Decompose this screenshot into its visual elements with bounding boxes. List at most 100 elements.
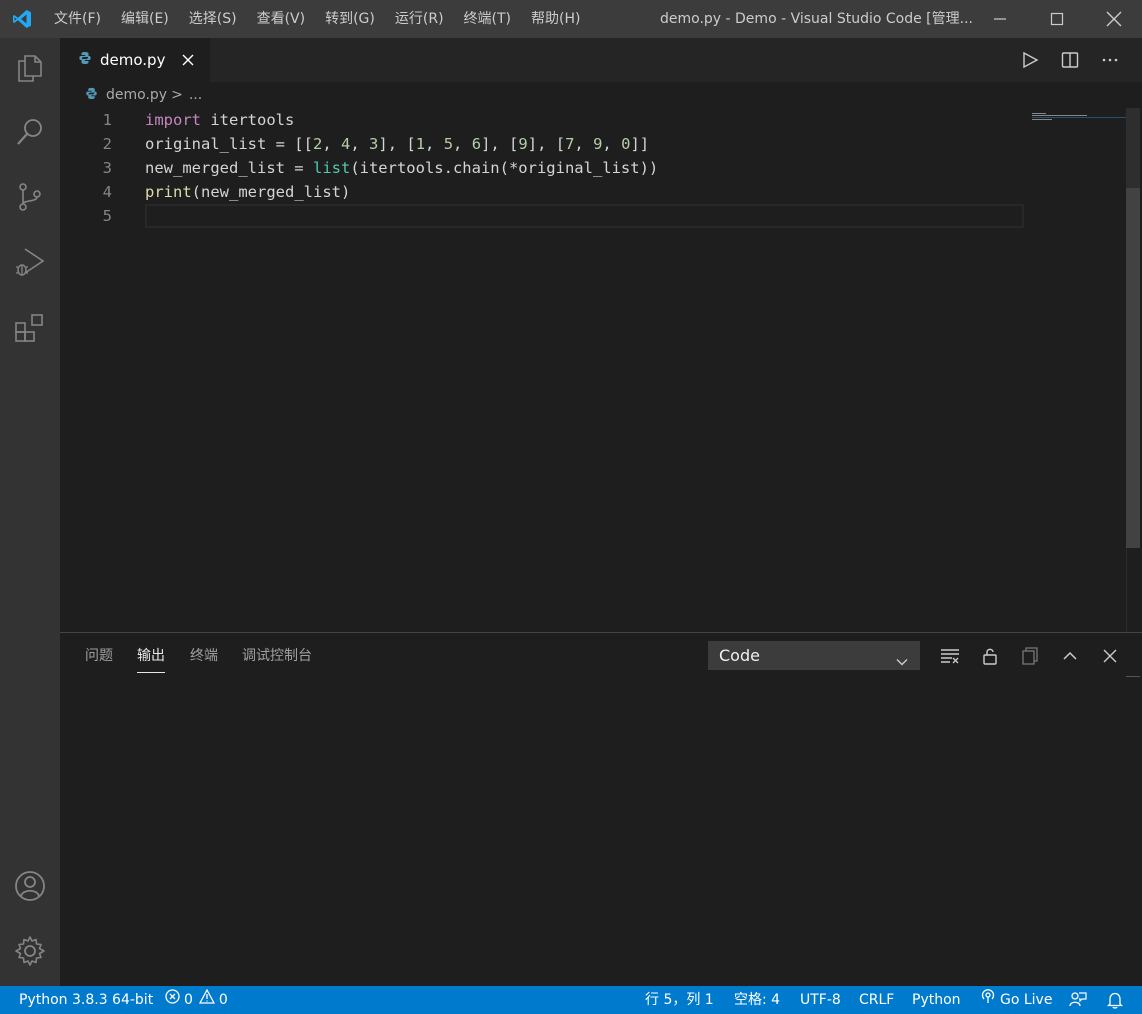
line-number: 1 — [102, 111, 112, 129]
minimap-slider — [1032, 117, 1126, 118]
code-token: list — [312, 159, 351, 177]
code-token: 5 — [443, 135, 454, 153]
python-file-icon — [85, 87, 98, 104]
maximize-button[interactable] — [1028, 0, 1085, 38]
encoding[interactable]: UTF-8 — [800, 986, 841, 1014]
broadcast-icon — [980, 986, 996, 1014]
menu-item-0[interactable]: 文件(F) — [44, 0, 111, 38]
menu-item-2[interactable]: 选择(S) — [179, 0, 247, 38]
warning-icon — [198, 986, 216, 1014]
warning-count: 0 — [218, 992, 228, 1008]
activity-bar — [0, 38, 60, 986]
account-icon[interactable] — [0, 860, 60, 912]
line-number: 4 — [102, 183, 112, 201]
code-token: 6 — [471, 135, 482, 153]
go-live-label: Go Live — [1000, 992, 1053, 1008]
breadcrumb-symbols[interactable]: ... — [189, 87, 202, 103]
code-token: print — [145, 183, 192, 201]
panel-scrollbar[interactable] — [1126, 676, 1140, 986]
bottom-panel: 问题 输出 终端 调试控制台 Code — [60, 632, 1142, 986]
tab-problems[interactable]: 问题 — [85, 647, 113, 673]
tab-label: demo.py — [100, 51, 166, 69]
window-title: demo.py - Demo - Visual Studio Code [管理.… — [660, 11, 973, 27]
source-control-icon[interactable] — [0, 171, 60, 223]
code-line[interactable]: 3 new_merged_list = list(itertools.chain(… — [60, 156, 1126, 180]
tab-output[interactable]: 输出 — [137, 647, 165, 673]
manage-gear-icon[interactable] — [0, 925, 60, 977]
search-icon[interactable] — [0, 106, 60, 158]
run-python-file-icon[interactable] — [1010, 38, 1050, 82]
extensions-icon[interactable] — [0, 302, 60, 354]
tab-terminal[interactable]: 终端 — [190, 647, 218, 673]
menu-item-4[interactable]: 转到(G) — [315, 0, 385, 38]
lock-scroll-icon[interactable] — [975, 641, 1005, 671]
editor-actions — [1010, 38, 1130, 82]
indentation[interactable]: 空格: 4 — [734, 986, 780, 1014]
open-log-file-icon[interactable] — [1015, 641, 1045, 671]
explorer-icon[interactable] — [0, 42, 60, 94]
chevron-down-icon — [895, 650, 909, 677]
close-window-button[interactable] — [1085, 0, 1142, 38]
maximize-panel-chevron-up-icon[interactable] — [1055, 641, 1085, 671]
code-text: new_merged_list = list(itertools.chain(*… — [145, 156, 658, 180]
code-token: itertools — [201, 111, 295, 129]
end-of-line[interactable]: CRLF — [859, 986, 894, 1014]
code-token: 9 — [518, 135, 528, 153]
code-text: import itertools — [145, 108, 294, 132]
line-number: 5 — [102, 207, 112, 225]
error-icon — [165, 986, 180, 1014]
code-line[interactable]: 5 — [60, 204, 1126, 228]
status-bar: Python 3.8.3 64-bit 0 0 行 5，列 1 空格: 4 UT… — [0, 986, 1142, 1014]
vscode-logo-icon — [0, 0, 44, 38]
cursor-position[interactable]: 行 5，列 1 — [645, 986, 714, 1014]
code-line[interactable]: 1 import itertools — [60, 108, 1126, 132]
output-channel-select[interactable]: Code — [708, 641, 920, 670]
problems-indicator[interactable]: 0 0 — [165, 986, 228, 1014]
menu-item-3[interactable]: 查看(V) — [247, 0, 316, 38]
go-live-button[interactable]: Go Live — [980, 986, 1052, 1014]
code-token: ]] — [630, 135, 650, 153]
line-number: 2 — [102, 135, 112, 153]
breadcrumb-separator: > — [171, 87, 183, 103]
code-token: ], [ — [378, 135, 416, 153]
code-token: , — [574, 135, 594, 153]
code-line[interactable]: 4 print(new_merged_list) — [60, 180, 1126, 204]
code-token: 3 — [369, 135, 379, 153]
minimize-button[interactable] — [971, 0, 1028, 38]
code-token: , — [322, 135, 341, 153]
python-interpreter[interactable]: Python 3.8.3 64-bit — [19, 986, 153, 1014]
menu-bar: 文件(F) 编辑(E) 选择(S) 查看(V) 转到(G) 运行(R) 终端(T) 帮助(H) — [44, 0, 590, 38]
menu-item-6[interactable]: 终端(T) — [454, 0, 521, 38]
notifications-bell-icon[interactable] — [1107, 986, 1123, 1014]
menu-item-5[interactable]: 运行(R) — [385, 0, 454, 38]
more-actions-icon[interactable] — [1090, 38, 1130, 82]
error-count: 0 — [184, 992, 193, 1008]
breadcrumb: demo.py > ... — [60, 82, 1142, 108]
editor-scrollbar-thumb[interactable] — [1126, 188, 1140, 548]
editor-tabs: demo.py — [60, 38, 1142, 82]
code-token: (new_merged_list) — [191, 183, 351, 201]
breadcrumb-file[interactable]: demo.py — [106, 87, 167, 103]
tab-debug-console[interactable]: 调试控制台 — [242, 647, 312, 673]
editor-scrollbar-viewport — [1126, 108, 1140, 188]
code-token: 2 — [312, 135, 323, 153]
code-line[interactable]: 2 original_list = [[2, 4, 3], [1, 5, 6], … — [60, 132, 1126, 156]
code-token: (itertools.chain(*original_list)) — [350, 159, 659, 177]
code-token: original_list = [[ — [145, 135, 313, 153]
feedback-icon[interactable] — [1069, 986, 1087, 1014]
close-panel-icon[interactable] — [1095, 641, 1125, 671]
code-token: 7 — [565, 135, 575, 153]
close-tab-icon[interactable] — [178, 50, 198, 70]
menu-item-1[interactable]: 编辑(E) — [111, 0, 179, 38]
run-debug-icon[interactable] — [0, 236, 60, 288]
clear-output-icon[interactable] — [935, 641, 965, 671]
code-editor[interactable]: 1 import itertools 2 original_list = [[2, 4… — [60, 108, 1126, 632]
code-token: , — [350, 135, 370, 153]
tab-demo-py[interactable]: demo.py — [60, 38, 210, 82]
line-number: 3 — [102, 159, 112, 177]
menu-item-7[interactable]: 帮助(H) — [521, 0, 590, 38]
split-editor-icon[interactable] — [1050, 38, 1090, 82]
title-bar: 文件(F) 编辑(E) 选择(S) 查看(V) 转到(G) 运行(R) 终端(T) 帮助(H)… — [0, 0, 1142, 38]
language-mode[interactable]: Python — [912, 986, 961, 1014]
code-token: , — [453, 135, 472, 153]
